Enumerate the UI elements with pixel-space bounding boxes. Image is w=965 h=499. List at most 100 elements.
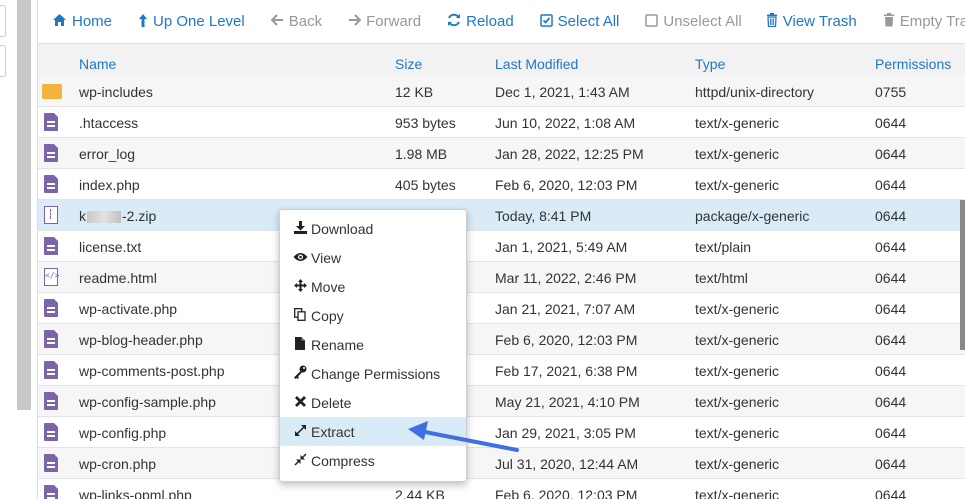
file-manager: Home Up One Level Back Forward Reload Se… — [37, 0, 965, 499]
menu-item-label: Rename — [311, 336, 364, 353]
column-header-size[interactable]: Size — [395, 56, 422, 72]
menu-item-download[interactable]: Download — [280, 214, 466, 243]
table-row[interactable]: .htaccess 953 bytes Jun 10, 2022, 1:08 A… — [38, 107, 965, 138]
file-permissions: 0644 — [875, 456, 907, 472]
file-name: wp-config-sample.php — [79, 394, 216, 410]
menu-item-delete[interactable]: Delete — [280, 388, 466, 417]
select-all-button[interactable]: Select All — [539, 13, 619, 30]
file-name: index.php — [79, 177, 140, 193]
up-one-level-button[interactable]: Up One Level — [138, 13, 245, 31]
reload-button[interactable]: Reload — [447, 13, 514, 30]
table-row[interactable]: index.php 405 bytes Feb 6, 2020, 12:03 P… — [38, 169, 965, 200]
left-scrollbar[interactable] — [17, 0, 31, 410]
menu-item-move[interactable]: Move — [280, 272, 466, 301]
menu-item-label: Extract — [311, 423, 355, 440]
table-row[interactable]: error_log 1.98 MB Jan 28, 2022, 12:25 PM… — [38, 138, 965, 169]
file-modified: Jul 31, 2020, 12:44 AM — [495, 456, 639, 472]
menu-item-view[interactable]: View — [280, 243, 466, 272]
refresh-icon — [447, 13, 461, 30]
checkbox-empty-icon — [645, 13, 659, 30]
back-label: Back — [288, 13, 323, 30]
file-icon — [44, 237, 58, 255]
menu-item-label: Change Permissions — [311, 365, 441, 382]
table-row[interactable]: wp-links-opml.php 2.44 KB Feb 6, 2020, 1… — [38, 479, 965, 499]
menu-item-label: Compress — [311, 452, 375, 469]
file-modified: Dec 1, 2021, 1:43 AM — [495, 84, 630, 100]
menu-item-compress[interactable]: Compress — [280, 446, 466, 475]
file-permissions: 0755 — [875, 84, 907, 100]
menu-item-label: Copy — [311, 307, 344, 324]
column-header-permissions[interactable]: Permissions — [875, 56, 951, 72]
file-icon — [44, 144, 58, 162]
file-type: text/html — [695, 270, 748, 286]
table-row[interactable]: wp-config.php Jan 29, 2021, 3:05 PM text… — [38, 417, 965, 448]
forward-button[interactable]: Forward — [348, 13, 421, 30]
back-button[interactable]: Back — [270, 13, 323, 30]
file-modified: Jan 28, 2022, 12:25 PM — [495, 146, 644, 162]
table-row[interactable]: wp-activate.php Jan 21, 2021, 7:07 AM te… — [38, 293, 965, 324]
view-trash-button[interactable]: View Trash — [766, 13, 857, 30]
file-name: license.txt — [79, 239, 142, 255]
table-row[interactable]: wp-comments-post.php Feb 17, 2021, 6:38 … — [38, 355, 965, 386]
home-icon — [52, 13, 67, 30]
file-name: wp-cron.php — [79, 456, 157, 472]
file-name: wp-blog-header.php — [79, 332, 203, 348]
eye-icon — [292, 250, 308, 265]
menu-item-rename[interactable]: Rename — [280, 330, 466, 359]
up-one-level-label: Up One Level — [153, 13, 245, 30]
html-file-icon: </> — [44, 268, 59, 286]
unselect-all-label: Unselect All — [663, 13, 742, 30]
menu-item-change-permissions[interactable]: Change Permissions — [280, 359, 466, 388]
file-modified: Jun 10, 2022, 1:08 AM — [495, 115, 636, 131]
file-size: 2.44 KB — [395, 487, 445, 499]
trash-icon — [883, 13, 895, 30]
column-header-last-modified[interactable]: Last Modified — [495, 56, 578, 72]
file-modified: Feb 6, 2020, 12:03 PM — [495, 487, 638, 499]
table-row[interactable]: wp-blog-header.php Feb 6, 2020, 12:03 PM… — [38, 324, 965, 355]
file-icon — [44, 361, 58, 379]
file-name: .htaccess — [79, 115, 139, 131]
toolbar: Home Up One Level Back Forward Reload Se… — [38, 0, 965, 44]
menu-item-label: Move — [311, 278, 346, 295]
table-row[interactable]: license.txt Jan 1, 2021, 5:49 AM text/pl… — [38, 231, 965, 262]
expand-icon — [292, 424, 308, 440]
file-permissions: 0644 — [875, 425, 907, 441]
menu-item-label: View — [311, 249, 342, 266]
column-header-name[interactable]: Name — [79, 56, 116, 72]
empty-trash-button[interactable]: Empty Trash — [883, 13, 965, 30]
menu-item-copy[interactable]: Copy — [280, 301, 466, 330]
table-row-selected[interactable]: k -2.zip Today, 8:41 PM package/x-generic… — [38, 200, 965, 231]
file-type: text/x-generic — [695, 487, 780, 499]
table-row[interactable]: wp-cron.php Jul 31, 2020, 12:44 AM text/… — [38, 448, 965, 479]
file-icon — [44, 299, 58, 317]
file-permissions: 0644 — [875, 394, 907, 410]
file-name: wp-activate.php — [79, 301, 178, 317]
file-modified: Today, 8:41 PM — [495, 208, 592, 224]
file-permissions: 0644 — [875, 146, 907, 162]
forward-label: Forward — [366, 13, 422, 30]
folder-icon — [42, 84, 62, 99]
table-scrollbar[interactable] — [960, 200, 965, 350]
home-button[interactable]: Home — [52, 13, 112, 30]
arrow-right-icon — [348, 14, 362, 29]
file-size: 1.98 MB — [395, 146, 448, 162]
file-modified: Jan 21, 2021, 7:07 AM — [495, 301, 636, 317]
file-type: text/x-generic — [695, 425, 780, 441]
menu-item-extract[interactable]: Extract — [280, 417, 466, 446]
close-icon — [292, 395, 308, 410]
checkbox-checked-icon — [539, 13, 553, 30]
file-icon — [292, 336, 308, 353]
key-icon — [292, 365, 308, 382]
column-header-type[interactable]: Type — [695, 56, 725, 72]
table-row[interactable]: </> readme.html Mar 11, 2022, 2:46 PM te… — [38, 262, 965, 293]
left-panel-box[interactable] — [0, 45, 6, 77]
table-row[interactable]: wp-includes 12 KB Dec 1, 2021, 1:43 AM h… — [38, 76, 965, 107]
file-type: text/x-generic — [695, 394, 780, 410]
left-panel-box[interactable] — [0, 5, 6, 37]
file-modified: Mar 11, 2022, 2:46 PM — [495, 270, 637, 286]
unselect-all-button[interactable]: Unselect All — [645, 13, 742, 30]
file-type: text/x-generic — [695, 363, 780, 379]
table-row[interactable]: wp-config-sample.php May 21, 2021, 4:10 … — [38, 386, 965, 417]
file-type: httpd/unix-directory — [695, 84, 815, 100]
file-type: text/x-generic — [695, 332, 780, 348]
